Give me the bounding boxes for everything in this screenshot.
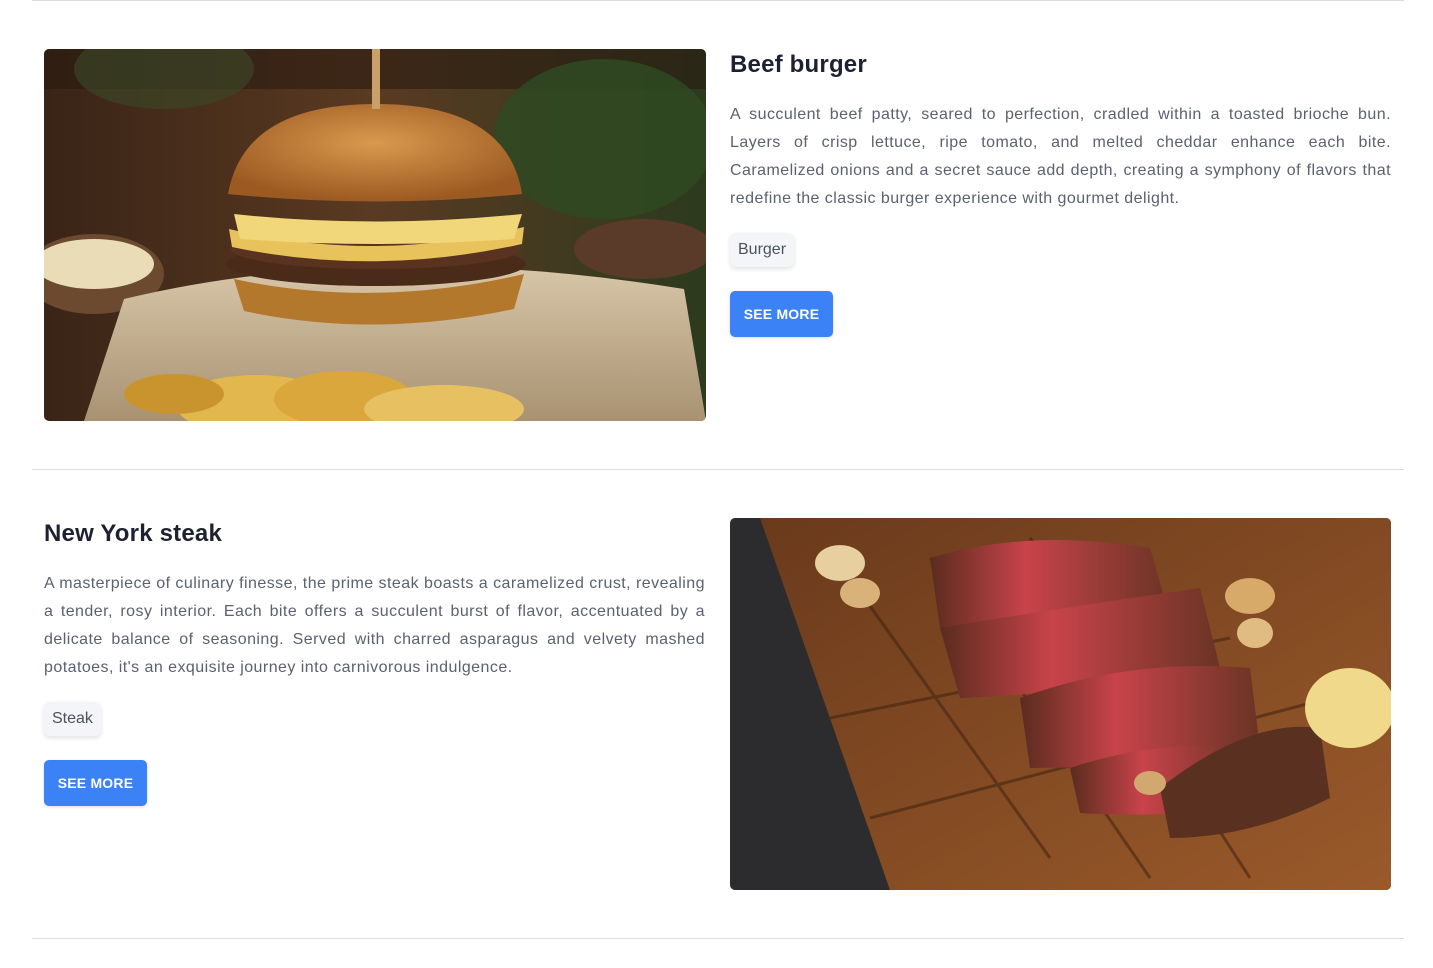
- beef-burger-card: Beef burger A succulent beef patty, sear…: [730, 49, 1391, 337]
- dish-tag[interactable]: Burger: [730, 233, 795, 267]
- new-york-steak-card: New York steak A masterpiece of culinary…: [44, 518, 705, 806]
- section-divider-middle: [32, 469, 1404, 470]
- see-more-button[interactable]: SEE MORE: [44, 760, 147, 806]
- section-divider-bottom: [32, 938, 1404, 939]
- new-york-steak-photo: [730, 518, 1391, 890]
- beef-burger-photo: [44, 49, 706, 421]
- section-divider-top: [32, 0, 1404, 1]
- see-more-button[interactable]: SEE MORE: [730, 291, 833, 337]
- dish-description: A succulent beef patty, seared to perfec…: [730, 106, 1391, 207]
- dish-description: A masterpiece of culinary finesse, the p…: [44, 575, 705, 676]
- dish-title: Beef burger: [730, 51, 867, 78]
- dish-tag[interactable]: Steak: [44, 702, 101, 736]
- dish-title: New York steak: [44, 520, 223, 547]
